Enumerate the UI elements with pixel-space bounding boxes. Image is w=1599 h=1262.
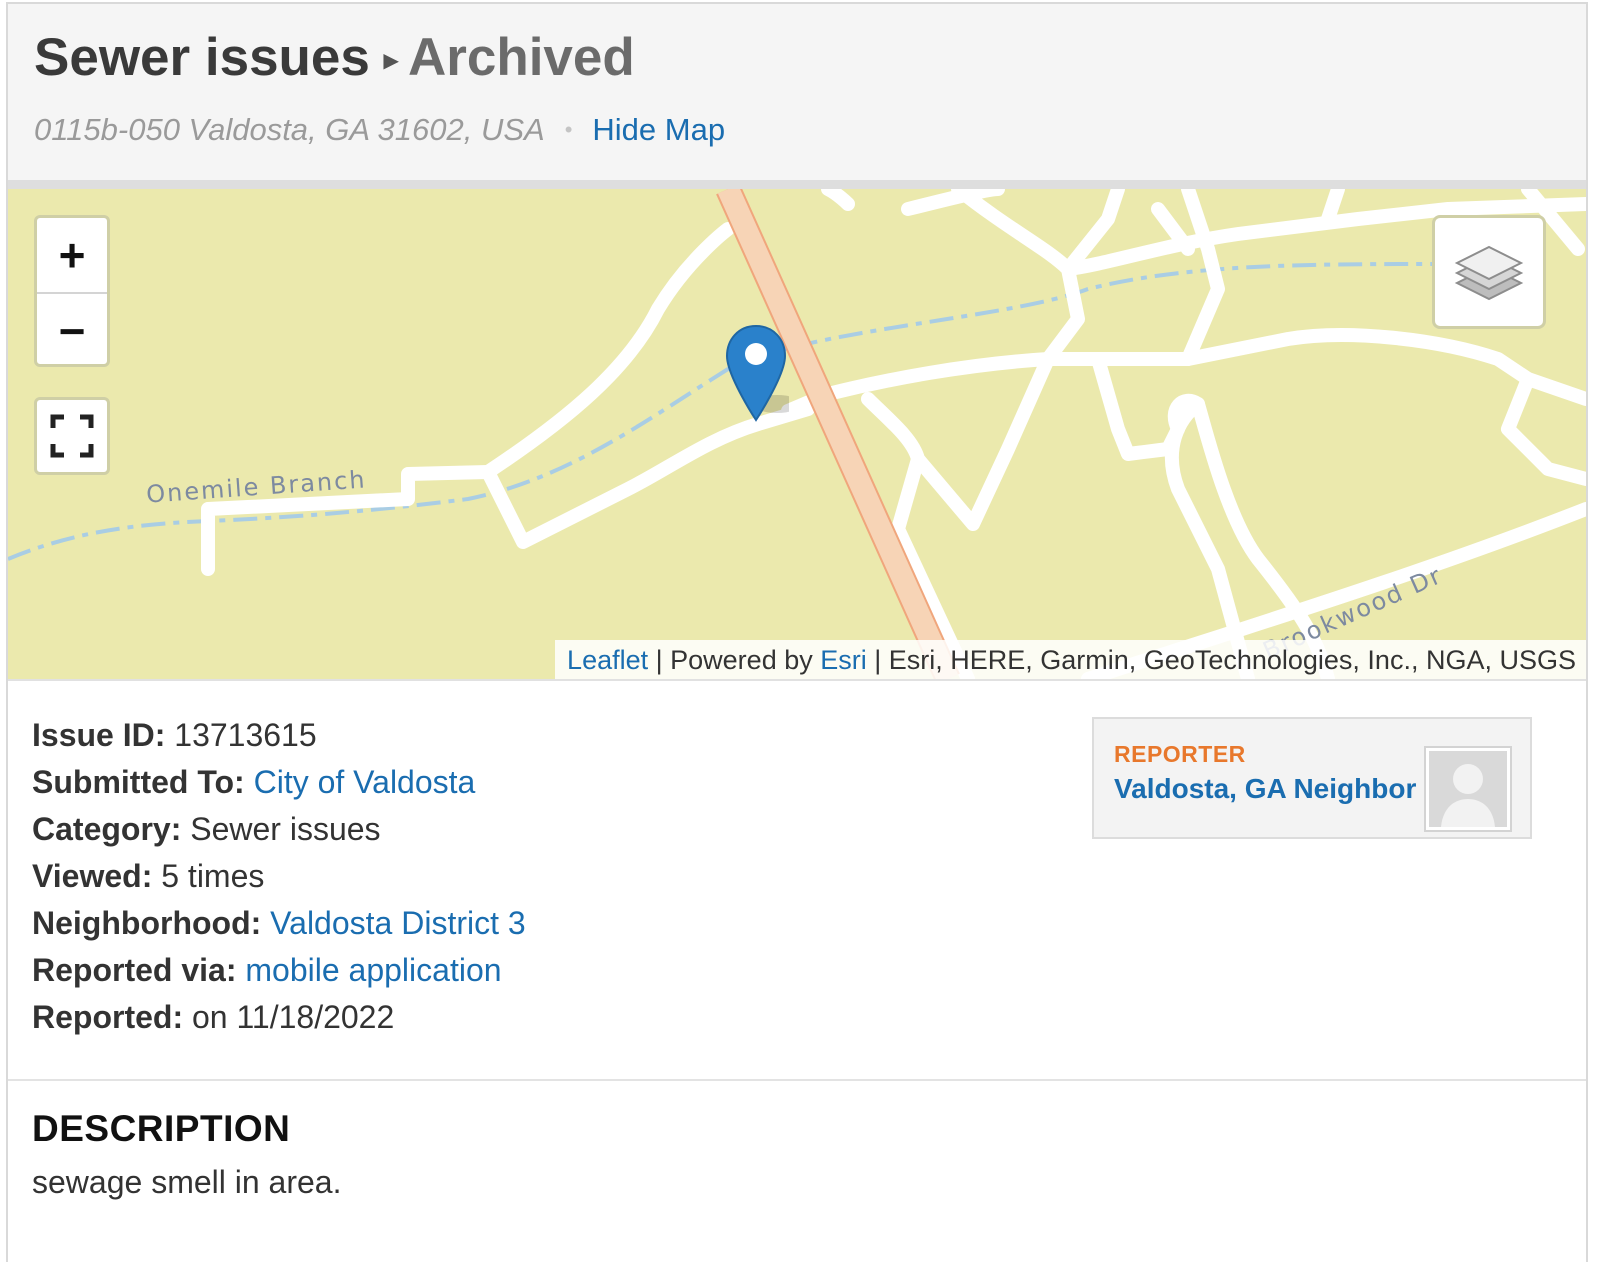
detail-neighborhood: Neighborhood: Valdosta District 3 — [32, 900, 526, 947]
issue-address: 0115b-050 Valdosta, GA 31602, USA — [34, 112, 545, 147]
viewed-value: 5 times — [161, 858, 265, 894]
neighborhood-link[interactable]: Valdosta District 3 — [270, 905, 526, 941]
category-value: Sewer issues — [190, 811, 381, 847]
reported-via-link[interactable]: mobile application — [245, 952, 501, 988]
detail-submitted-to: Submitted To: City of Valdosta — [32, 759, 526, 806]
reporter-label: REPORTER — [1114, 741, 1246, 767]
description-divider — [8, 1079, 1586, 1081]
description-body: sewage smell in area. — [32, 1164, 342, 1200]
map-view[interactable]: Onemile Branch Brookwood Dr + − Leaflet … — [8, 189, 1586, 679]
issue-id-value: 13713615 — [174, 717, 317, 753]
detail-reported: Reported: on 11/18/2022 — [32, 994, 526, 1041]
detail-label: Issue ID: — [32, 717, 166, 753]
detail-reported-via: Reported via: mobile application — [32, 947, 526, 994]
detail-category: Category: Sewer issues — [32, 806, 526, 853]
avatar[interactable] — [1424, 746, 1512, 832]
zoom-out-button[interactable]: − — [37, 292, 107, 364]
leaflet-link[interactable]: Leaflet — [567, 645, 648, 675]
esri-link[interactable]: Esri — [820, 645, 867, 675]
page-title: Sewer issues ▸ Archived — [34, 26, 635, 98]
map-top-divider — [8, 180, 1586, 189]
map-bottom-divider — [8, 679, 1586, 681]
detail-label: Reported via: — [32, 952, 237, 988]
map-marker-icon[interactable] — [723, 324, 789, 424]
detail-viewed: Viewed: 5 times — [32, 853, 526, 900]
detail-issue-id: Issue ID: 13713615 — [32, 712, 526, 759]
breadcrumb-arrow-icon: ▸ — [383, 44, 398, 75]
reporter-box: REPORTER Valdosta, GA Neighbor — [1092, 717, 1532, 839]
bullet-separator: • — [564, 117, 573, 142]
attribution-powered-by: | Powered by — [648, 645, 821, 675]
reporter-name-link[interactable]: Valdosta, GA Neighbor — [1114, 773, 1416, 805]
issue-card: Sewer issues ▸ Archived 0115b-050 Valdosta… — [6, 2, 1588, 1262]
map-attribution: Leaflet | Powered by Esri | Esri, HERE, … — [555, 640, 1586, 679]
reported-date-value: on 11/18/2022 — [192, 999, 395, 1035]
user-avatar-icon — [1429, 751, 1507, 827]
detail-label: Reported: — [32, 999, 184, 1035]
issue-header: Sewer issues ▸ Archived 0115b-050 Valdosta… — [8, 4, 1586, 180]
attribution-sources: | Esri, HERE, Garmin, GeoTechnologies, I… — [866, 645, 1576, 675]
detail-label: Neighborhood: — [32, 905, 262, 941]
issue-details: Issue ID: 13713615 Submitted To: City of… — [32, 712, 526, 1041]
issue-category-title: Sewer issues — [34, 28, 370, 87]
zoom-control: + − — [34, 215, 110, 367]
layers-button[interactable] — [1432, 215, 1546, 329]
fullscreen-button[interactable] — [34, 397, 110, 475]
detail-label: Category: — [32, 811, 182, 847]
hide-map-link[interactable]: Hide Map — [592, 112, 725, 147]
layers-icon — [1454, 245, 1524, 301]
issue-status: Archived — [407, 28, 635, 87]
address-row: 0115b-050 Valdosta, GA 31602, USA • Hide M… — [34, 110, 725, 153]
zoom-in-button[interactable]: + — [37, 218, 107, 292]
fullscreen-icon — [50, 414, 94, 458]
detail-label: Viewed: — [32, 858, 153, 894]
detail-label: Submitted To: — [32, 764, 245, 800]
description-heading: DESCRIPTION — [32, 1108, 291, 1149]
submitted-to-link[interactable]: City of Valdosta — [254, 764, 476, 800]
